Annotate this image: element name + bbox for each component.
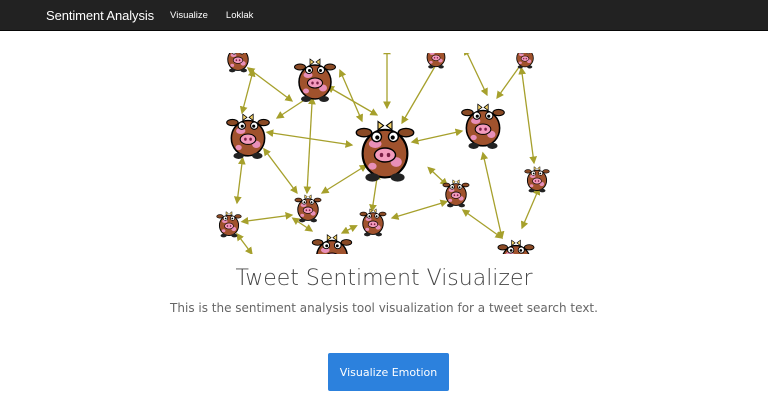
cow-icon — [424, 53, 448, 69]
visualize-emotion-button[interactable]: Visualize Emotion — [328, 353, 449, 391]
cow-icon — [359, 208, 387, 237]
cow-icon — [524, 166, 550, 193]
page-title: Tweet Sentiment Visualizer — [235, 266, 533, 291]
network-graph-image — [212, 53, 557, 254]
network-graph-svg — [216, 53, 550, 254]
cow-icon — [293, 58, 337, 103]
cow-icon — [513, 53, 537, 69]
cow-icon — [225, 113, 271, 160]
cow-icon — [460, 103, 506, 150]
page-subtitle: This is the sentiment analysis tool visu… — [170, 301, 598, 315]
brand-link[interactable]: Sentiment Analysis — [46, 8, 154, 23]
cow-icon — [442, 179, 470, 208]
navbar: Sentiment Analysis Visualize Loklak — [0, 0, 768, 31]
nav-link-loklak[interactable]: Loklak — [226, 10, 253, 21]
cow-icon — [355, 120, 415, 183]
cow-icon — [216, 211, 242, 238]
cow-icon — [224, 53, 252, 73]
cow-icon — [294, 194, 322, 223]
cow-icon — [497, 239, 535, 254]
nav-link-visualize[interactable]: Visualize — [170, 10, 208, 21]
cow-icon — [311, 234, 353, 254]
